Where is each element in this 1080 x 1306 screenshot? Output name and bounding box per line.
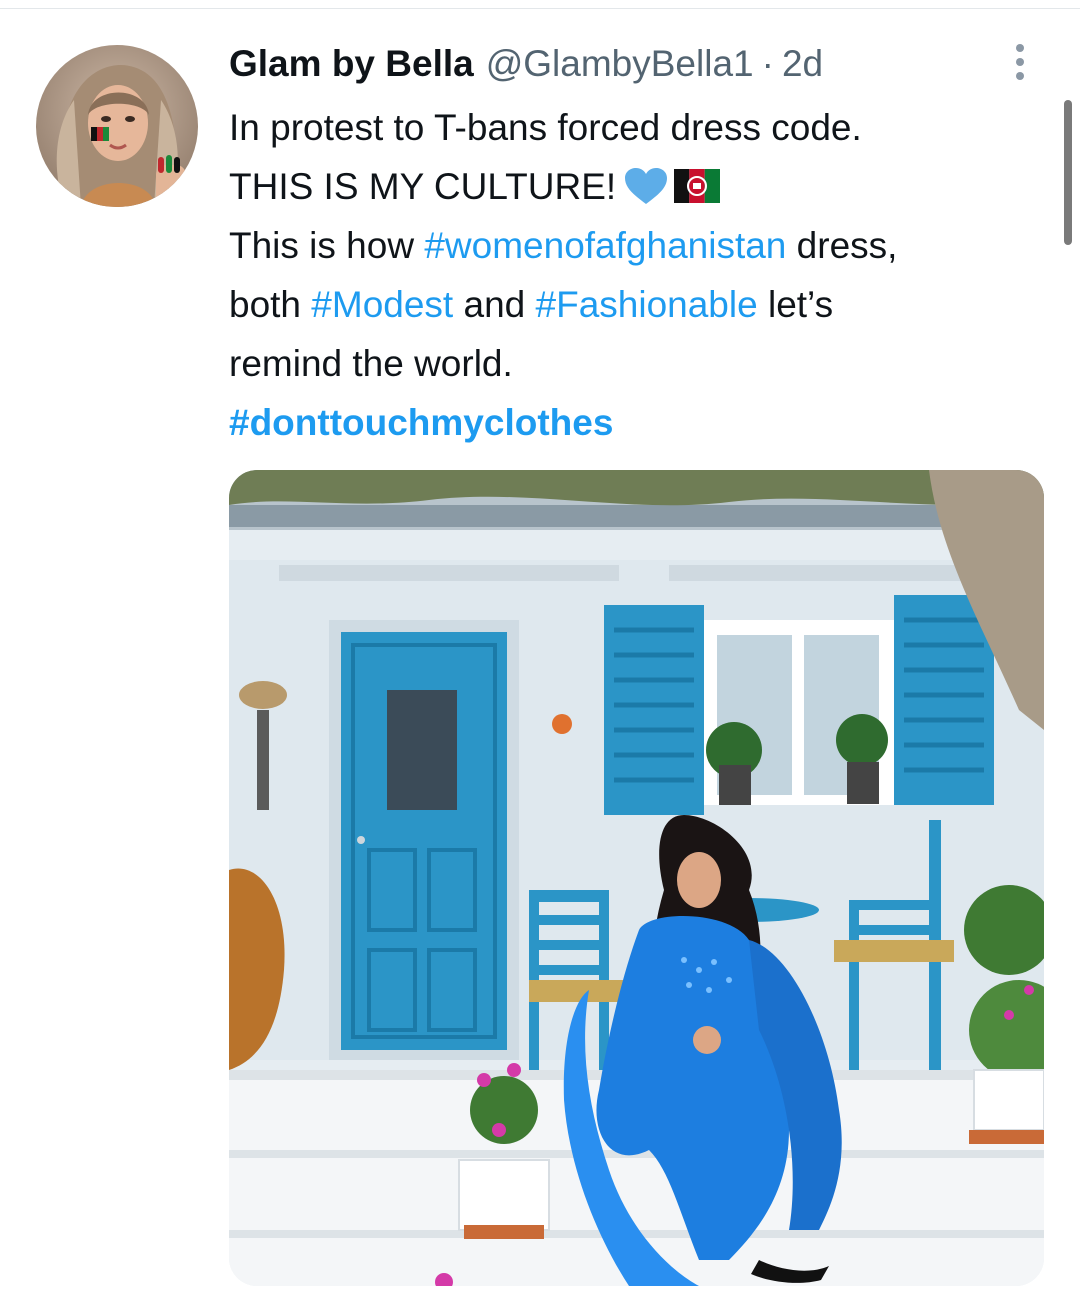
scrollbar[interactable]	[1064, 100, 1072, 245]
hashtag-link[interactable]: #donttouchmyclothes	[229, 402, 613, 443]
text-line: both #Modest and #Fashionable let’s	[229, 275, 1059, 334]
more-dot-icon	[1016, 72, 1024, 80]
author-avatar[interactable]	[36, 45, 198, 207]
text-line: #donttouchmyclothes	[229, 393, 1059, 452]
text-segment: This is how	[229, 225, 425, 266]
blue-heart-icon	[625, 168, 668, 204]
text-segment: In protest to T-bans forced dress code.	[229, 107, 862, 148]
author-handle[interactable]: @GlambyBella1	[486, 42, 754, 86]
top-divider	[0, 8, 1080, 9]
timestamp[interactable]: 2d	[782, 42, 823, 86]
text-line: THIS IS MY CULTURE!	[229, 157, 1059, 216]
tweet-header: Glam by Bella @GlambyBella1 · 2d	[229, 42, 823, 86]
text-segment: let’s	[757, 284, 834, 325]
text-line: In protest to T-bans forced dress code.	[229, 98, 1059, 157]
text-segment: and	[453, 284, 536, 325]
text-line: This is how #womenofafghanistan dress,	[229, 216, 1059, 275]
separator: ·	[761, 43, 774, 84]
more-options-button[interactable]	[1002, 40, 1038, 84]
hashtag-link[interactable]: #womenofafghanistan	[424, 225, 786, 266]
tweet-text: In protest to T-bans forced dress code. …	[229, 98, 1059, 452]
text-segment: both	[229, 284, 312, 325]
media-photo	[229, 470, 1044, 1286]
text-segment: remind the world.	[229, 343, 513, 384]
tweet-media-image[interactable]	[229, 470, 1044, 1286]
hashtag-link[interactable]: #Fashionable	[536, 284, 758, 325]
text-segment: THIS IS MY CULTURE!	[229, 166, 617, 207]
author-name[interactable]: Glam by Bella	[229, 42, 474, 86]
afghanistan-flag-icon	[674, 169, 721, 203]
text-line: remind the world.	[229, 334, 1059, 393]
hashtag-link[interactable]: #Modest	[311, 284, 453, 325]
avatar-photo	[36, 45, 198, 207]
text-segment: dress,	[786, 225, 898, 266]
more-dot-icon	[1016, 44, 1024, 52]
more-dot-icon	[1016, 58, 1024, 66]
